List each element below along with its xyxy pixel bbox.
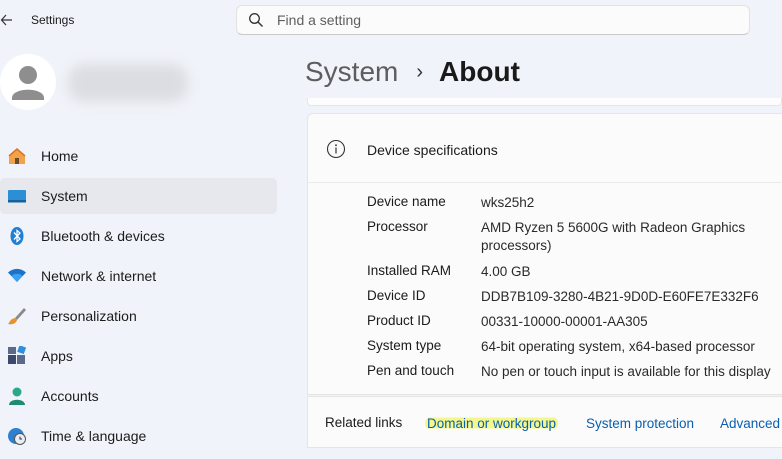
system-protection-link[interactable]: System protection: [586, 416, 694, 431]
sidebar-item-personalization[interactable]: Personalization: [0, 298, 277, 334]
bluetooth-icon: [7, 226, 27, 246]
settings-window: Settings Home System: [0, 0, 782, 459]
sidebar-item-label: Apps: [41, 348, 73, 364]
related-links-bar: Related links Domain or workgroup System…: [307, 396, 782, 448]
spec-key: System type: [367, 338, 442, 353]
sidebar-item-system[interactable]: System: [0, 178, 277, 214]
spec-value: 00331-10000-00001-AA305: [481, 314, 648, 329]
domain-or-workgroup-link[interactable]: Domain or workgroup: [425, 416, 559, 431]
spec-value: 64-bit operating system, x64-based proce…: [481, 339, 755, 354]
sidebar-item-label: Network & internet: [41, 268, 157, 284]
spec-key: Device name: [367, 194, 446, 209]
breadcrumb-separator: ›: [416, 60, 424, 83]
card-header[interactable]: Device specifications: [308, 114, 782, 183]
brush-icon: [7, 306, 27, 326]
sidebar-item-apps[interactable]: Apps: [0, 338, 277, 374]
search-box[interactable]: [236, 5, 750, 35]
sidebar-item-label: Personalization: [41, 308, 137, 324]
wifi-icon: [7, 266, 27, 286]
spec-value: 4.00 GB: [481, 264, 531, 279]
advanced-system-settings-link[interactable]: Advanced: [720, 416, 780, 431]
spec-key: Installed RAM: [367, 263, 452, 278]
sidebar-nav: Home System Bluetooth & devices Network …: [0, 138, 277, 458]
sidebar-item-label: Accounts: [41, 388, 99, 404]
search-input[interactable]: [277, 12, 697, 28]
sidebar-item-bluetooth[interactable]: Bluetooth & devices: [0, 218, 277, 254]
app-title: Settings: [31, 13, 75, 27]
related-links-label: Related links: [325, 415, 403, 430]
sidebar-item-label: Home: [41, 148, 79, 164]
device-specifications-card: Device specifications Device name wks25h…: [307, 113, 782, 395]
card-title: Device specifications: [367, 142, 498, 158]
home-icon: [7, 146, 27, 166]
sidebar-item-label: Bluetooth & devices: [41, 228, 165, 244]
spec-key: Processor: [367, 219, 428, 234]
breadcrumb-parent[interactable]: System: [305, 56, 398, 88]
spec-value: No pen or touch input is available for t…: [481, 364, 771, 379]
spec-key: Pen and touch: [367, 363, 455, 378]
sidebar-item-home[interactable]: Home: [0, 138, 277, 174]
info-icon: [326, 139, 346, 159]
spec-key: Product ID: [367, 313, 431, 328]
search-icon: [248, 12, 264, 28]
monitor-icon: [7, 186, 27, 206]
sidebar-item-network[interactable]: Network & internet: [0, 258, 277, 294]
spec-key: Device ID: [367, 288, 426, 303]
sidebar-item-time-language[interactable]: Time & language: [0, 418, 277, 454]
avatar[interactable]: [0, 54, 56, 110]
globe-clock-icon: [7, 426, 27, 446]
spec-value: wks25h2: [481, 195, 535, 210]
spec-value: DDB7B109-3280-4B21-9D0D-E60FE7E332F6: [481, 289, 759, 304]
breadcrumb: System › About: [305, 52, 520, 92]
spec-value: AMD Ryzen 5 5600G with Radeon Graphics p…: [481, 220, 746, 253]
back-arrow-icon[interactable]: [0, 11, 14, 29]
person-icon: [7, 386, 27, 406]
page-title: About: [439, 56, 520, 87]
apps-icon: [7, 346, 27, 366]
sidebar-item-accounts[interactable]: Accounts: [0, 378, 277, 414]
sidebar-item-label: Time & language: [41, 428, 147, 444]
previous-card-edge: [307, 98, 782, 106]
sidebar-item-label: System: [41, 188, 88, 204]
user-info-blurred: [68, 64, 188, 102]
